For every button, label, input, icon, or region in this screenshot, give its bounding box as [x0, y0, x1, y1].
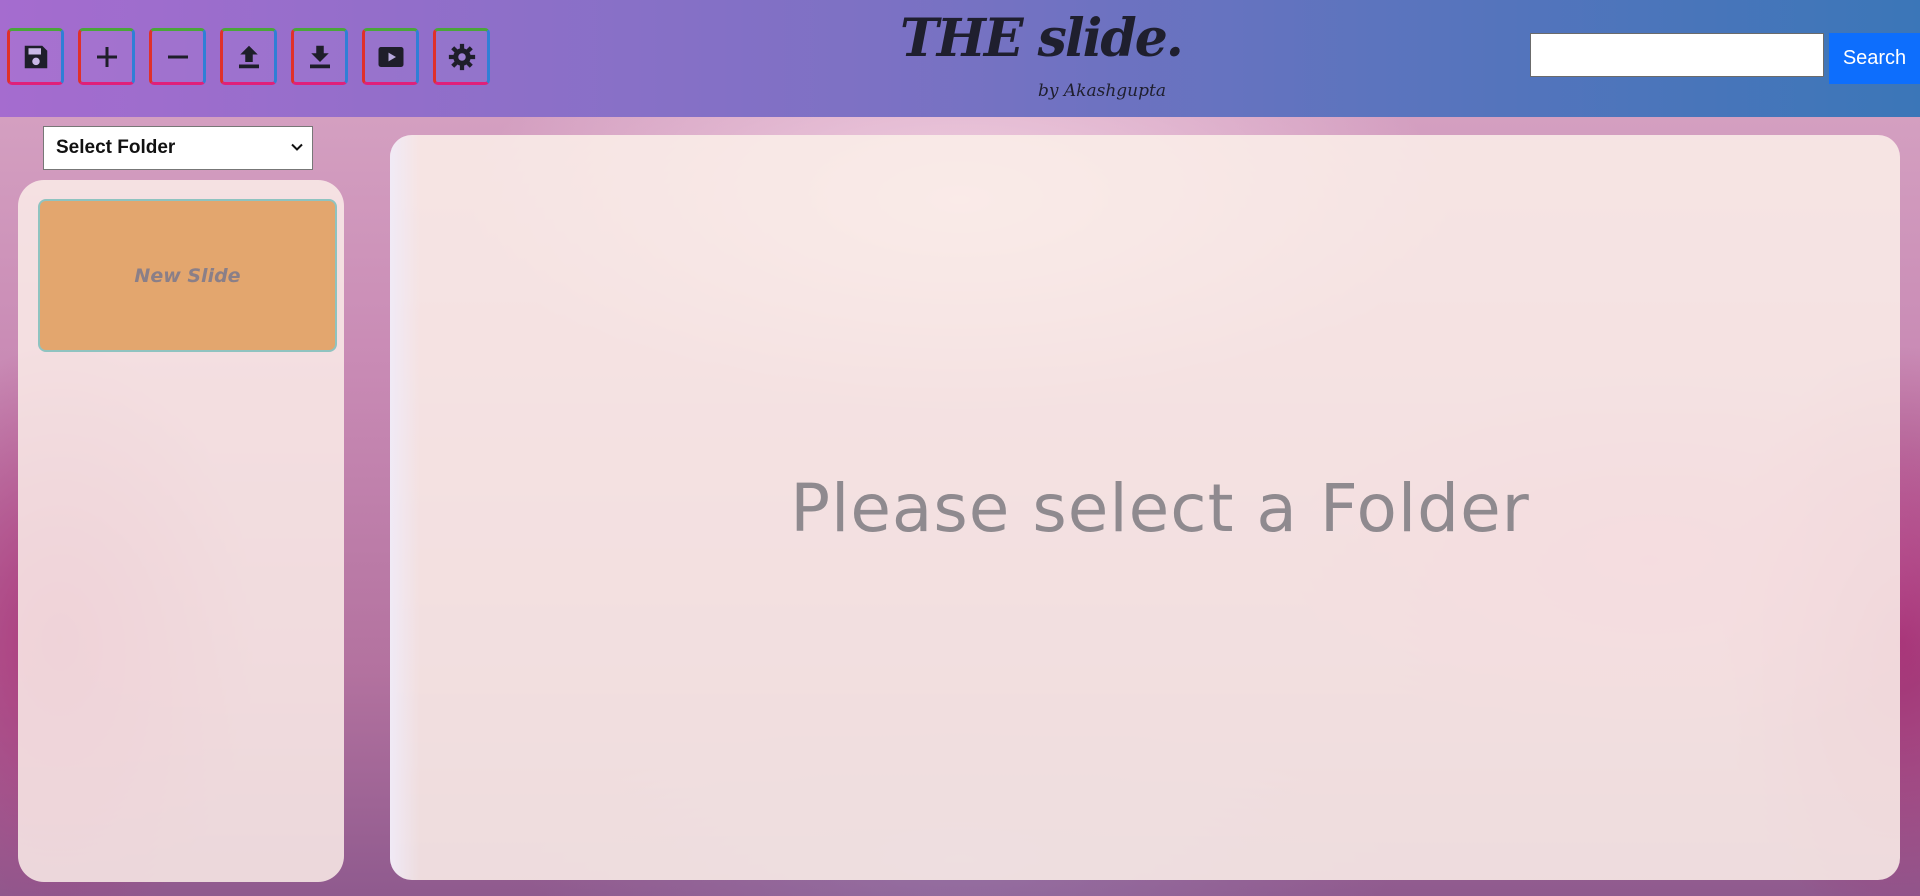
chevron-down-icon	[291, 143, 303, 151]
remove-button[interactable]	[149, 28, 206, 85]
empty-state-message: Please select a Folder	[790, 470, 1530, 547]
download-button[interactable]	[291, 28, 348, 85]
upload-icon	[238, 45, 259, 68]
settings-button[interactable]	[433, 28, 490, 85]
save-button[interactable]	[7, 28, 64, 85]
folder-select[interactable]: Select Folder	[43, 126, 313, 170]
slide-thumbnail-label: New Slide	[134, 264, 241, 287]
header-bar: THE slide. by Akashgupta Search	[0, 0, 1920, 117]
floppy-disk-icon	[24, 45, 47, 68]
play-icon	[378, 46, 403, 67]
brand-title: THE slide.	[900, 8, 1184, 69]
present-button[interactable]	[362, 28, 419, 85]
gear-icon	[448, 43, 475, 70]
plus-icon	[96, 46, 117, 67]
folder-select-value: Select Folder	[56, 137, 176, 158]
search-button[interactable]: Search	[1829, 33, 1920, 84]
add-button[interactable]	[78, 28, 135, 85]
slide-thumbnail[interactable]: New Slide	[38, 199, 337, 352]
upload-button[interactable]	[220, 28, 277, 85]
brand-subtitle: by Akashgupta	[1038, 81, 1166, 101]
download-icon	[309, 45, 330, 68]
search-input[interactable]	[1530, 33, 1824, 77]
brand-logo: THE slide. by Akashgupta	[900, 8, 1184, 112]
minus-icon	[167, 55, 188, 58]
